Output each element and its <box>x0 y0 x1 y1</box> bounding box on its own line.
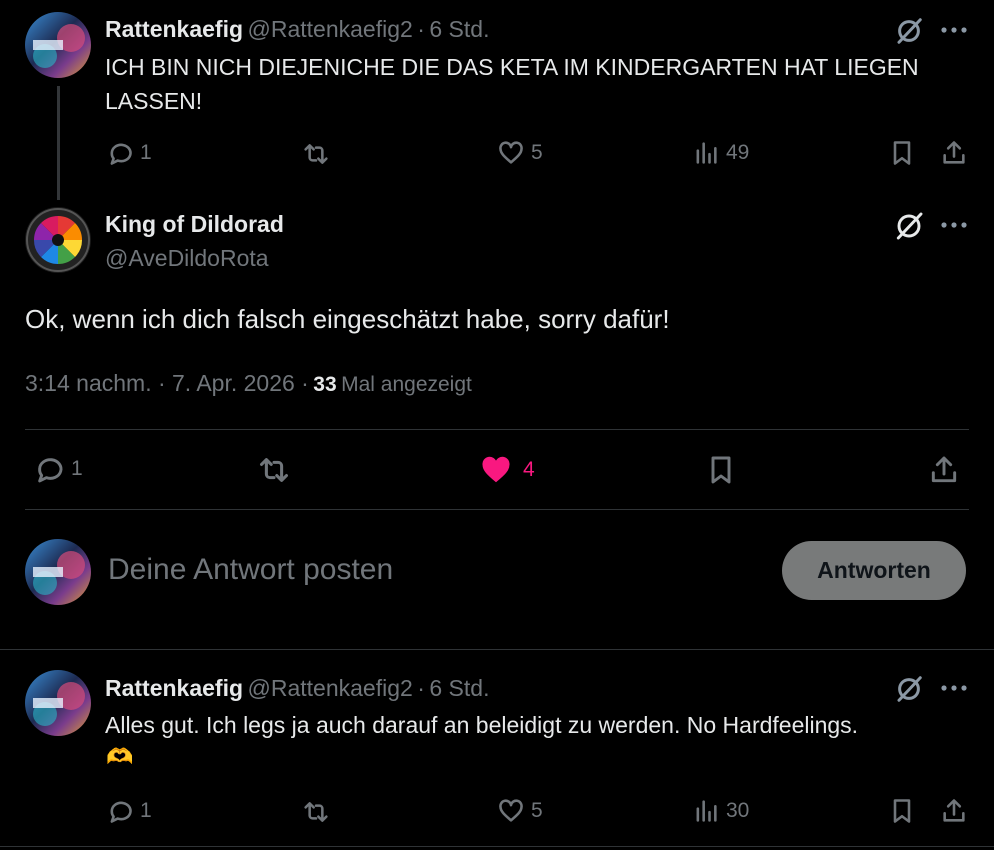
bookmark-button[interactable] <box>705 453 737 487</box>
avatar[interactable] <box>25 670 91 736</box>
heart-hands-emoji: 🫶 <box>106 744 134 769</box>
reply-icon <box>38 458 63 483</box>
tweet-time[interactable]: 6 Std. <box>429 16 489 42</box>
separator: · <box>417 16 425 42</box>
reply-button[interactable]: 1 <box>106 797 152 825</box>
bookmark-icon <box>893 141 911 165</box>
share-button[interactable] <box>940 139 968 167</box>
views-button[interactable]: 49 <box>692 139 749 167</box>
reply-button[interactable]: 1 <box>33 453 83 485</box>
like-icon <box>482 456 510 483</box>
grok-icon[interactable] <box>894 674 924 704</box>
like-icon <box>499 799 523 822</box>
reply-button[interactable]: 1 <box>106 139 152 167</box>
retweet-button[interactable] <box>256 453 292 487</box>
reply-icon <box>110 801 132 823</box>
thread-line <box>57 86 60 200</box>
grok-icon[interactable] <box>893 210 925 242</box>
like-count: 5 <box>531 799 543 822</box>
views-label: Mal angezeigt <box>341 373 472 396</box>
reply-count: 1 <box>71 457 83 480</box>
author-handle[interactable]: @Rattenkaefig2 <box>248 16 413 42</box>
view-count: 30 <box>726 799 750 822</box>
more-icon[interactable] <box>940 215 968 235</box>
view-count: 33 <box>313 373 337 396</box>
reply-icon <box>110 143 132 165</box>
views-icon <box>696 800 717 822</box>
retweet-icon <box>304 802 328 822</box>
divider <box>25 429 969 430</box>
retweet-button[interactable] <box>301 797 331 827</box>
like-button[interactable]: 5 <box>497 797 543 825</box>
avatar[interactable] <box>25 12 91 78</box>
tweet-timestamp[interactable]: 3:14 nachm. · 7. Apr. 2026 · <box>25 370 309 396</box>
views-button[interactable]: 30 <box>692 797 749 825</box>
bookmark-icon <box>893 799 911 823</box>
share-button[interactable] <box>928 453 960 487</box>
bookmark-button[interactable] <box>888 797 916 825</box>
reply-input[interactable]: Deine Antwort posten <box>108 553 393 587</box>
divider <box>0 649 994 650</box>
like-button[interactable]: 4 <box>479 453 535 487</box>
divider <box>0 846 994 847</box>
like-count: 5 <box>531 141 543 164</box>
author-name[interactable]: King of Dildorad <box>105 211 284 238</box>
author-handle[interactable]: @AveDildoRota <box>105 245 269 272</box>
share-icon <box>943 141 965 164</box>
grok-icon[interactable] <box>894 16 924 46</box>
bookmark-button[interactable] <box>888 139 916 167</box>
tweet-text: Ok, wenn ich dich falsch eingeschätzt ha… <box>25 304 670 334</box>
reply-count: 1 <box>140 799 152 822</box>
like-count: 4 <box>523 458 535 481</box>
bookmark-icon <box>711 456 731 484</box>
author-name[interactable]: Rattenkaefig <box>105 675 243 701</box>
share-icon <box>931 456 957 483</box>
author-handle[interactable]: @Rattenkaefig2 <box>248 675 413 701</box>
divider <box>25 509 969 510</box>
views-icon <box>696 142 717 164</box>
tweet-text: ICH BIN NICH DIEJENICHE DIE DAS KETA IM … <box>105 54 919 114</box>
separator: · <box>417 675 425 701</box>
like-icon <box>499 141 523 164</box>
share-icon <box>943 799 965 822</box>
retweet-icon <box>304 144 328 164</box>
like-button[interactable]: 5 <box>497 139 543 167</box>
more-icon[interactable] <box>940 678 968 698</box>
reply-count: 1 <box>140 141 152 164</box>
tweet-text: Alles gut. Ich legs ja auch darauf an be… <box>105 712 859 738</box>
more-icon[interactable] <box>940 20 968 40</box>
avatar <box>25 539 91 605</box>
share-button[interactable] <box>940 797 968 825</box>
view-count: 49 <box>726 141 750 164</box>
tweet-time[interactable]: 6 Std. <box>429 675 489 701</box>
retweet-icon <box>260 458 288 482</box>
author-name[interactable]: Rattenkaefig <box>105 16 243 42</box>
avatar[interactable] <box>25 207 91 273</box>
reply-submit-button[interactable]: Antworten <box>782 541 966 600</box>
retweet-button[interactable] <box>301 139 331 169</box>
